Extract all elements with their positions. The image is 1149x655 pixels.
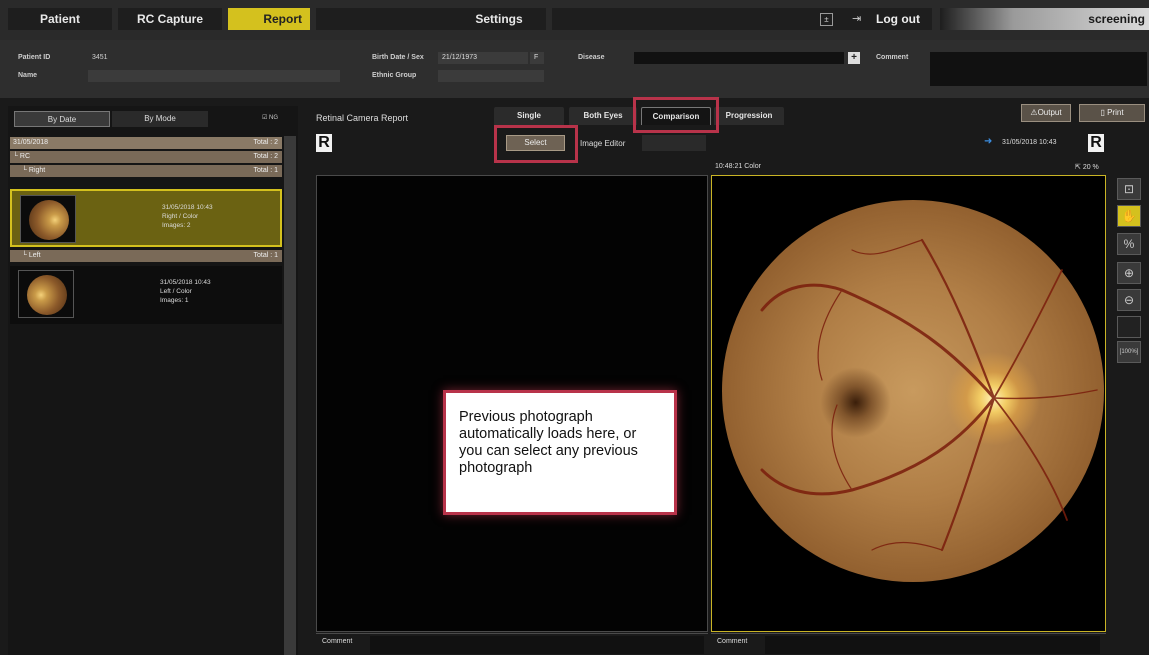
image-editor-label: Image Editor (580, 139, 626, 148)
name-label: Name (18, 72, 38, 79)
tree-rc-total: Total : 2 (253, 153, 278, 160)
tree-left-total: Total : 1 (253, 252, 278, 259)
screening-banner: screening (940, 8, 1149, 30)
ng-label: NG (269, 115, 279, 121)
tree-date-total: Total : 2 (253, 139, 278, 146)
instruction-callout: Previous photograph automatically loads … (443, 390, 677, 515)
disease-field[interactable] (634, 52, 844, 64)
fit-100-icon[interactable]: [100%] (1117, 341, 1141, 363)
arrow-right-icon: ➜ (984, 136, 993, 147)
name-field[interactable] (88, 70, 340, 82)
fundus-photograph (722, 200, 1104, 582)
tree-rc-label: RC (19, 153, 31, 160)
tab-single[interactable]: Single (494, 107, 564, 125)
report-title: Retinal Camera Report (316, 113, 409, 123)
thumbnail-image (18, 270, 74, 318)
zoom-out-icon[interactable]: ⊖ (1117, 289, 1141, 311)
ethnic-group-field[interactable] (438, 70, 544, 82)
image-editor-field[interactable] (642, 135, 706, 151)
right-eye-letter: R (1088, 134, 1104, 152)
right-comment-bar: Comment (711, 633, 1106, 655)
ethnic-group-label: Ethnic Group (372, 72, 417, 79)
fundus-thumbnail (27, 275, 67, 315)
tree-right-total: Total : 1 (253, 167, 278, 174)
magnifier-icon[interactable]: ⊡ (1117, 178, 1141, 200)
tree-right-label: Right (28, 167, 46, 174)
tab-both-eyes[interactable]: Both Eyes (569, 107, 637, 125)
current-image-viewer[interactable] (711, 175, 1106, 632)
tree-row-left[interactable]: └ Left Total : 1 (10, 250, 282, 262)
tree-left-label: Left (28, 252, 41, 259)
tree-row-rc[interactable]: └ RC Total : 2 (10, 151, 282, 163)
tab-by-mode[interactable]: By Mode (112, 111, 208, 127)
hand-icon[interactable]: ✋ (1117, 205, 1141, 227)
thumbnail-info: 31/05/2018 10:43 Left / Color Images: 1 (160, 279, 211, 304)
disease-label: Disease (578, 54, 605, 61)
logout-button[interactable]: Log out (876, 12, 920, 26)
comment-label: Comment (876, 54, 909, 61)
thumbnail-right-eye[interactable]: 31/05/2018 10:43 Right / Color Images: 2 (10, 189, 282, 247)
left-eye-letter: R (316, 134, 332, 152)
right-comment-field[interactable] (765, 636, 1100, 654)
thumbnail-image (20, 195, 76, 243)
tab-settings[interactable]: Settings (452, 8, 546, 30)
print-icon: ▯ (1100, 108, 1105, 117)
percent-icon[interactable]: % (1117, 233, 1141, 255)
output-icon: ⚠ (1030, 108, 1038, 117)
left-comment-label: Comment (322, 638, 353, 645)
tab-rc-capture[interactable]: RC Capture (118, 8, 222, 30)
upload-icon[interactable]: ± (820, 13, 833, 26)
birth-date-field[interactable]: 21/12/1973 (438, 52, 528, 64)
left-comment-bar: Comment (316, 633, 708, 655)
tab-report[interactable]: Report (228, 8, 310, 30)
select-highlight (494, 125, 578, 163)
tab-progression[interactable]: Progression (714, 107, 784, 125)
patient-id-label: Patient ID (18, 54, 51, 61)
screening-label: screening (1088, 12, 1145, 26)
patient-id-field[interactable] (88, 52, 340, 64)
blank-tool[interactable] (1117, 316, 1141, 338)
thumbnail-info: 31/05/2018 10:43 Right / Color Images: 2 (162, 204, 213, 229)
right-image-date: 31/05/2018 10:43 (1002, 139, 1057, 146)
history-panel: By Date By Mode ☑ NG 31/05/2018 Total : … (8, 106, 298, 655)
output-button[interactable]: ⚠Output (1021, 104, 1071, 122)
sex-field[interactable]: F (530, 52, 544, 64)
tab-by-date[interactable]: By Date (14, 111, 110, 127)
patient-info-bar: Patient ID 3451 Name Birth Date / Sex 21… (0, 40, 1149, 98)
thumbnail-left-eye[interactable]: 31/05/2018 10:43 Left / Color Images: 1 (10, 266, 282, 324)
logout-icon: ⇥ (852, 13, 862, 25)
right-image-caption: 10:48:21 Color (715, 163, 761, 170)
zoom-in-icon[interactable]: ⊕ (1117, 262, 1141, 284)
tree-row-right[interactable]: └ Right Total : 1 (10, 165, 282, 177)
tree-row-date[interactable]: 31/05/2018 Total : 2 (10, 137, 282, 149)
history-scrollbar[interactable] (284, 136, 296, 655)
comment-field[interactable] (930, 52, 1147, 86)
ng-checkbox[interactable]: ☑ NG (262, 114, 278, 121)
top-menu-bar: Patient RC Capture Report Settings ± ⇥ L… (0, 0, 1149, 40)
right-comment-label: Comment (717, 638, 748, 645)
left-comment-field[interactable] (370, 636, 704, 654)
add-disease-icon[interactable]: + (848, 52, 860, 64)
fundus-thumbnail (29, 200, 69, 240)
retinal-vessels (760, 238, 1098, 552)
birth-date-label: Birth Date / Sex (372, 54, 424, 61)
tab-patient[interactable]: Patient (8, 8, 112, 30)
menu-blank (552, 8, 932, 30)
comparison-highlight (633, 97, 719, 133)
tree-date-label: 31/05/2018 (13, 139, 49, 146)
right-image-zoom: ⇱ 20 % (1075, 164, 1099, 171)
print-button[interactable]: ▯ Print (1079, 104, 1145, 122)
